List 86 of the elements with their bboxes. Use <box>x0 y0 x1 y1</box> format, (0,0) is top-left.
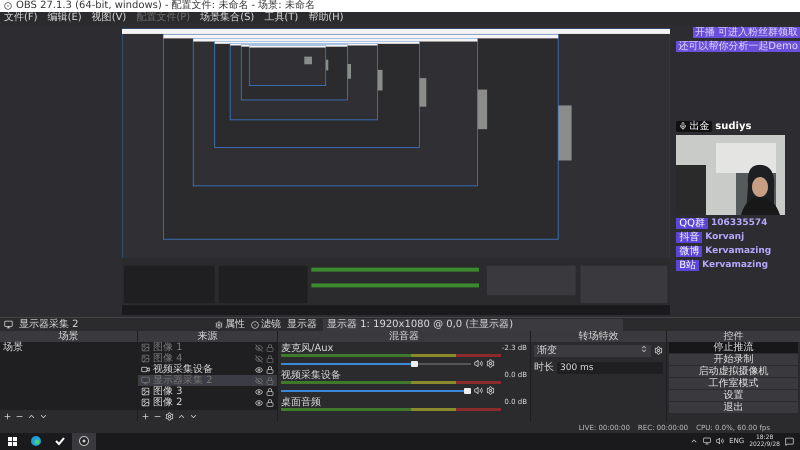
platform-tag: 微博 <box>676 246 702 257</box>
image-icon <box>141 354 150 364</box>
toolbar-button[interactable]: 滤镜 <box>251 319 281 330</box>
image-icon <box>141 398 150 408</box>
channel-name: 视频采集设备 <box>281 370 341 382</box>
lock-icon[interactable] <box>266 366 274 374</box>
image-icon <box>141 387 150 396</box>
duration-field[interactable]: 300 ms <box>557 362 663 374</box>
source-item[interactable]: 视频采集设备 <box>138 364 277 376</box>
eye-off-icon[interactable] <box>255 344 263 352</box>
name-tag: 出金 <box>676 120 712 132</box>
settings-icon[interactable] <box>486 359 495 368</box>
eye-off-icon[interactable] <box>255 354 263 363</box>
lock-icon[interactable] <box>266 398 274 407</box>
social-handle: Kervamazing <box>705 246 772 256</box>
app-logo-icon <box>4 2 12 10</box>
volume-slider[interactable] <box>281 388 471 394</box>
streamer-name: sudiys <box>715 120 752 132</box>
taskbar-app[interactable] <box>72 432 96 450</box>
slider-thumb[interactable] <box>464 388 471 394</box>
display-dropdown[interactable]: 显示器 1: 1920x1080 @ 0,0 (主显示器) <box>323 318 623 331</box>
source-item[interactable]: 图像 4 <box>138 353 277 364</box>
camera-icon <box>141 365 150 374</box>
control-button[interactable]: 开始录制 <box>669 354 798 366</box>
window-title: OBS 27.1.3 (64-bit, windows) - 配置文件: 未命名 - 场景: 未命名 <box>16 0 315 12</box>
banner-text: 开播 可进入粉丝群领取 <box>692 26 800 38</box>
speaker-icon[interactable] <box>716 437 724 446</box>
image-icon <box>141 343 150 352</box>
control-button[interactable]: 工作室模式 <box>669 378 798 390</box>
dock-title: 来源 <box>138 331 277 342</box>
menu-item[interactable]: 编辑(E) <box>48 12 82 24</box>
notification-icon[interactable] <box>785 436 794 446</box>
eye-icon[interactable] <box>255 388 263 396</box>
source-item[interactable]: 图像 3 <box>138 386 277 398</box>
microphone-icon <box>679 122 688 130</box>
platform-tag: QQ群 <box>676 218 708 229</box>
menu-item[interactable]: 帮助(H) <box>308 12 344 24</box>
control-button[interactable]: 停止推流 <box>669 342 798 354</box>
checkmark-icon <box>55 436 65 446</box>
social-handle: 106335574 <box>711 218 768 228</box>
social-handle: Kervamazing <box>702 260 768 270</box>
settings-icon[interactable] <box>165 412 174 421</box>
browser-icon <box>31 436 41 446</box>
slider-thumb[interactable] <box>410 360 418 367</box>
settings-icon[interactable] <box>654 346 663 356</box>
platform-tag: 抖音 <box>676 232 702 243</box>
control-button[interactable]: 设置 <box>669 390 798 402</box>
social-handle: Korvanj <box>705 232 744 242</box>
control-button[interactable]: 启动虚拟摄像机 <box>669 366 798 378</box>
windows-logo-icon <box>8 436 16 446</box>
speaker-icon[interactable] <box>474 359 483 368</box>
channel-name: 麦克风/Aux <box>281 343 334 354</box>
menu-item[interactable]: 工具(T) <box>264 12 298 24</box>
field-label: 显示器 <box>287 319 317 330</box>
menu-item[interactable]: 场景集合(S) <box>200 12 254 24</box>
transition-dropdown[interactable]: 渐变 <box>534 344 651 357</box>
lock-icon[interactable] <box>266 388 274 396</box>
add-icon[interactable] <box>141 412 150 421</box>
updown-icon <box>640 344 648 353</box>
toolbar-button[interactable]: 属性 <box>215 319 245 330</box>
monitor-icon <box>4 320 13 330</box>
control-button[interactable]: 退出 <box>669 402 798 414</box>
field-label: 时长 <box>534 362 554 374</box>
dock-title: 转场特效 <box>531 331 666 342</box>
monitor-icon <box>141 376 150 386</box>
eye-icon[interactable] <box>255 366 263 374</box>
dock-title: 混音器 <box>278 331 530 342</box>
channel-name: 桌面音频 <box>281 397 321 408</box>
network-icon[interactable] <box>703 437 712 446</box>
source-item[interactable]: 图像 2 <box>138 397 277 408</box>
add-icon[interactable] <box>3 412 12 421</box>
scene-item[interactable]: 场景 <box>0 342 137 354</box>
gear-icon <box>215 320 223 329</box>
source-item[interactable]: 图像 1 <box>138 342 277 354</box>
dock-title: 控件 <box>667 331 800 342</box>
volume-slider[interactable] <box>281 360 471 367</box>
selected-source-name: 显示器采集 2 <box>19 319 80 330</box>
eye-icon[interactable] <box>255 398 263 407</box>
menu-item[interactable]: 文件(F) <box>4 12 38 24</box>
menu-item[interactable]: 视图(V) <box>92 12 126 24</box>
dock-title: 场景 <box>0 331 137 342</box>
banner-text: 还可以帮你分析一起Demo <box>676 40 800 52</box>
app-logo-icon <box>79 436 89 446</box>
speaker-icon[interactable] <box>474 386 483 396</box>
settings-icon[interactable] <box>486 386 495 396</box>
platform-tag: B站 <box>676 260 700 271</box>
